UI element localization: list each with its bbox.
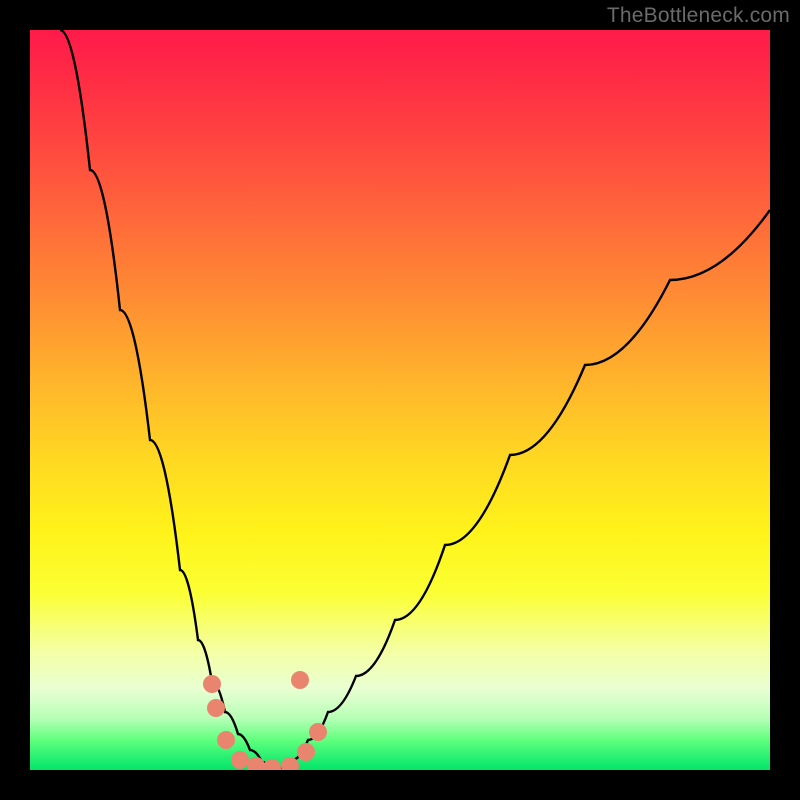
data-dot xyxy=(247,757,265,770)
data-dot xyxy=(203,675,221,693)
data-dot xyxy=(309,723,327,741)
chart-svg xyxy=(30,30,770,770)
data-dot xyxy=(297,743,315,761)
data-dots xyxy=(203,671,327,770)
data-dot xyxy=(291,671,309,689)
right-curve xyxy=(280,210,770,768)
data-dot xyxy=(231,751,249,769)
left-curve xyxy=(60,30,270,768)
data-dot xyxy=(263,759,281,770)
watermark-text: TheBottleneck.com xyxy=(607,4,790,28)
chart-frame: TheBottleneck.com xyxy=(0,0,800,800)
data-dot xyxy=(207,699,225,717)
data-dot xyxy=(217,731,235,749)
plot-area xyxy=(30,30,770,770)
